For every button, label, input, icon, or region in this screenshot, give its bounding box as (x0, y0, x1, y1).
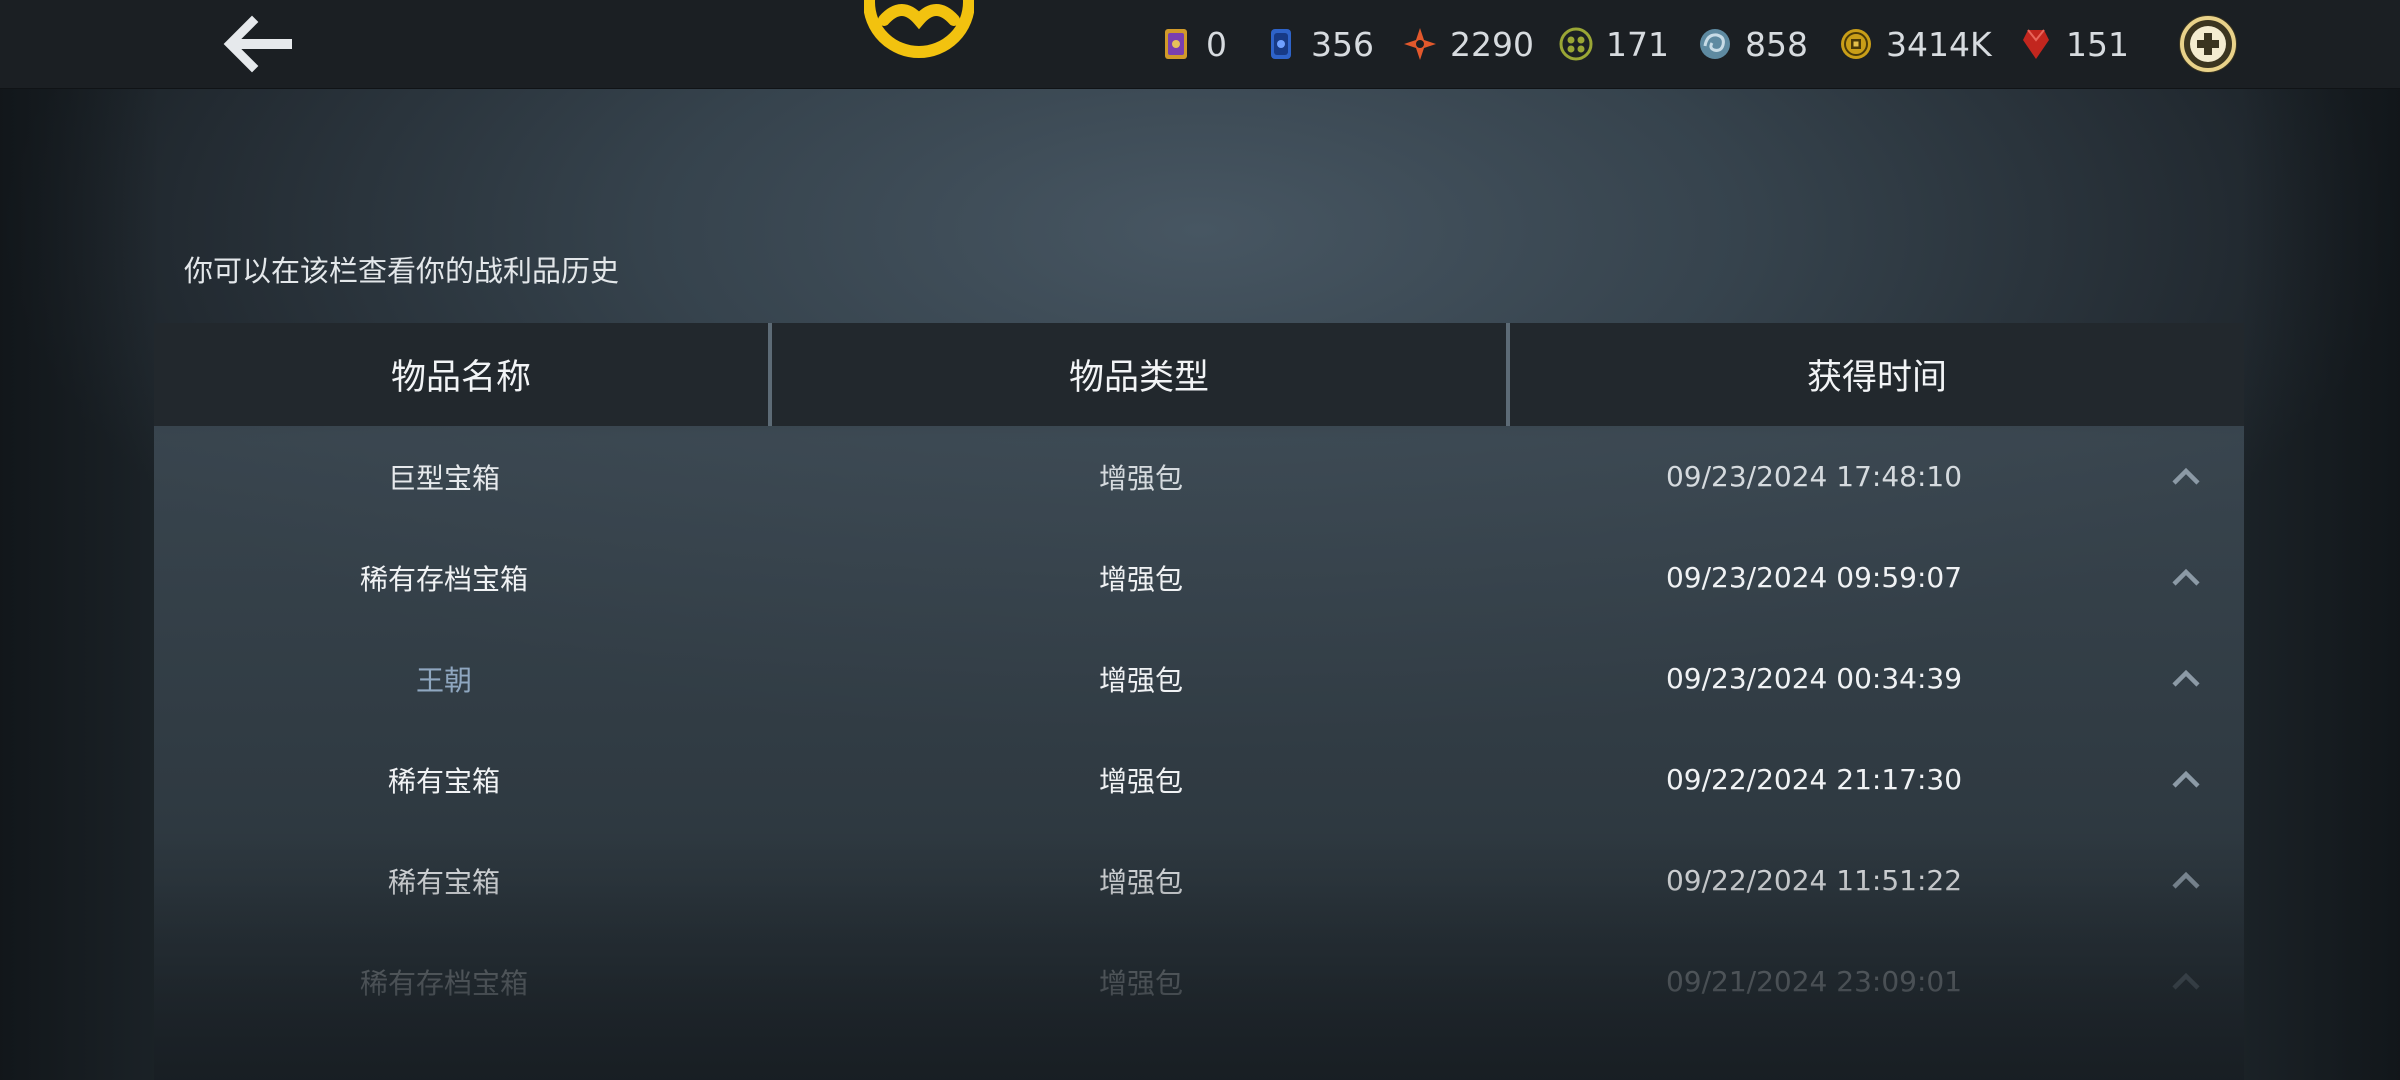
item-type: 增强包 (1098, 663, 1183, 697)
column-header-type: 物品类型 (1068, 358, 1209, 398)
currency-blue-card: 356 (1263, 18, 1374, 70)
table-body: 巨型宝箱 增强包 09/23/2024 17:48:10 稀有存档宝箱 增强包 … (154, 426, 2244, 1080)
currency-value: 0 (1206, 24, 1227, 64)
item-name: 巨型宝箱 (387, 461, 500, 495)
blue-swirl-icon (1700, 29, 1730, 59)
chevron-up-icon[interactable] (2168, 964, 2204, 1000)
item-time: 09/22/2024 21:17:30 (1665, 763, 1963, 796)
chevron-up-icon[interactable] (2168, 863, 2204, 899)
table-row[interactable]: 稀有存档宝箱 增强包 09/21/2024 23:09:01 (154, 931, 2244, 1032)
item-name: 稀有宝箱 (387, 764, 500, 798)
item-type: 增强包 (1098, 966, 1183, 1000)
currency-value: 171 (1606, 24, 1669, 64)
currency-value: 2290 (1450, 24, 1534, 64)
item-time: 09/22/2024 11:51:22 (1665, 864, 1963, 897)
item-type: 增强包 (1098, 764, 1183, 798)
currency-red-gem: 151 (2018, 18, 2129, 70)
green-orb-icon (1559, 27, 1593, 61)
chevron-up-icon[interactable] (2168, 661, 2204, 697)
currency-green-orb: 171 (1558, 18, 1669, 70)
ticket-card-icon (1165, 29, 1187, 59)
table-row[interactable]: 稀有宝箱 增强包 09/22/2024 11:51:22 (154, 830, 2244, 931)
chevron-up-icon[interactable] (2168, 560, 2204, 596)
item-time: 09/23/2024 17:48:10 (1665, 460, 1963, 493)
column-header-name: 物品名称 (390, 358, 531, 398)
currency-value: 3414K (1886, 24, 1992, 64)
table-row[interactable]: 王朝 增强包 09/23/2024 00:34:39 (154, 628, 2244, 729)
item-time: 09/23/2024 09:59:07 (1665, 561, 1963, 594)
table-header: 物品名称 物品类型 获得时间 (154, 323, 2244, 426)
currency-gold-coin: 3414K (1838, 18, 1992, 70)
column-header-time: 获得时间 (1806, 358, 1947, 398)
table-row[interactable]: 巨型宝箱 增强包 09/23/2024 17:48:10 (154, 426, 2244, 527)
currency-value: 858 (1745, 24, 1808, 64)
item-time: 09/21/2024 23:09:01 (1665, 965, 1963, 998)
loot-history-table: 物品名称 物品类型 获得时间 巨型宝箱 增强包 09/23/2024 17:48… (154, 323, 2244, 1080)
item-type: 增强包 (1098, 461, 1183, 495)
chevron-up-icon[interactable] (2168, 762, 2204, 798)
gold-coin-icon (1841, 29, 1871, 59)
plus-circle-icon (2179, 15, 2237, 73)
currency-star-shard: 2290 (1402, 18, 1534, 70)
item-name: 稀有存档宝箱 (359, 966, 528, 1000)
currency-ticket: 0 (1158, 18, 1227, 70)
item-time: 09/23/2024 00:34:39 (1665, 662, 1963, 695)
currency-value: 356 (1311, 24, 1374, 64)
item-type: 增强包 (1098, 865, 1183, 899)
back-button[interactable] (222, 14, 298, 74)
gold-emblem-icon (863, 0, 975, 58)
table-row[interactable]: 稀有宝箱 增强包 09/22/2024 21:17:30 (154, 729, 2244, 830)
red-gem-icon (2023, 29, 2049, 59)
table-row[interactable]: 稀有存档宝箱 增强包 09/23/2024 09:59:07 (154, 527, 2244, 628)
orange-star-shard-icon (1404, 28, 1436, 60)
currency-blue-swirl: 858 (1697, 18, 1808, 70)
item-name: 王朝 (415, 663, 472, 697)
currency-value: 151 (2066, 24, 2129, 64)
item-name: 稀有存档宝箱 (359, 562, 528, 596)
item-name: 稀有宝箱 (387, 865, 500, 899)
blue-card-icon (1271, 29, 1291, 59)
add-currency-button[interactable] (2177, 13, 2239, 75)
top-bar: 0 356 2290 171 858 3414K 151 (0, 0, 2400, 89)
item-type: 增强包 (1098, 562, 1183, 596)
back-arrow-icon (223, 15, 292, 73)
loot-history-hint: 你可以在该栏查看你的战利品历史 (184, 254, 620, 288)
chevron-up-icon[interactable] (2168, 459, 2204, 495)
